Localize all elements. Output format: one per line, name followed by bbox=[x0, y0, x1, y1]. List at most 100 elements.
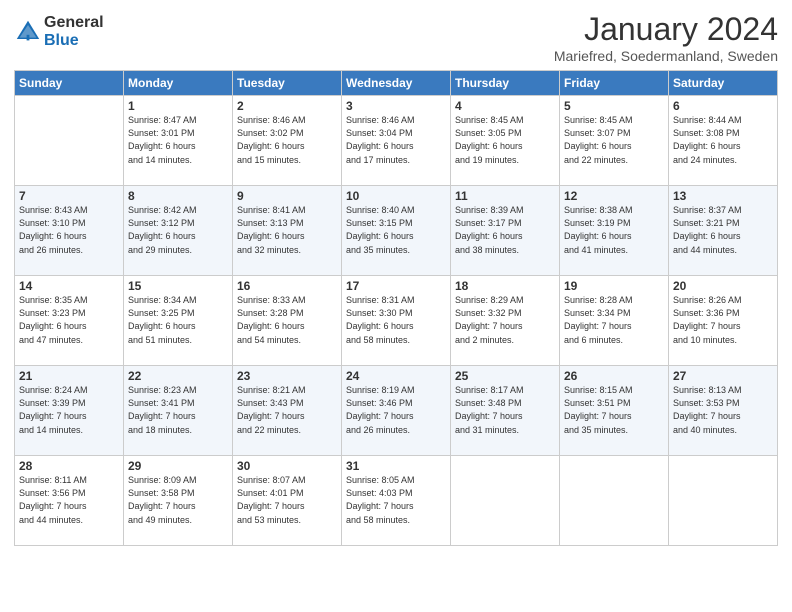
day-info: Sunrise: 8:44 AM Sunset: 3:08 PM Dayligh… bbox=[673, 114, 773, 166]
day-info: Sunrise: 8:31 AM Sunset: 3:30 PM Dayligh… bbox=[346, 294, 446, 346]
calendar-day-cell: 8Sunrise: 8:42 AM Sunset: 3:12 PM Daylig… bbox=[124, 186, 233, 276]
weekday-header: Sunday bbox=[15, 71, 124, 96]
day-info: Sunrise: 8:43 AM Sunset: 3:10 PM Dayligh… bbox=[19, 204, 119, 256]
calendar-week-row: 7Sunrise: 8:43 AM Sunset: 3:10 PM Daylig… bbox=[15, 186, 778, 276]
header-row: SundayMondayTuesdayWednesdayThursdayFrid… bbox=[15, 71, 778, 96]
day-info: Sunrise: 8:05 AM Sunset: 4:03 PM Dayligh… bbox=[346, 474, 446, 526]
calendar-day-cell: 14Sunrise: 8:35 AM Sunset: 3:23 PM Dayli… bbox=[15, 276, 124, 366]
calendar-day-cell: 26Sunrise: 8:15 AM Sunset: 3:51 PM Dayli… bbox=[560, 366, 669, 456]
calendar-day-cell: 21Sunrise: 8:24 AM Sunset: 3:39 PM Dayli… bbox=[15, 366, 124, 456]
calendar-day-cell: 31Sunrise: 8:05 AM Sunset: 4:03 PM Dayli… bbox=[342, 456, 451, 546]
calendar-day-cell: 28Sunrise: 8:11 AM Sunset: 3:56 PM Dayli… bbox=[15, 456, 124, 546]
weekday-header: Tuesday bbox=[233, 71, 342, 96]
day-number: 30 bbox=[237, 459, 337, 473]
calendar-table: SundayMondayTuesdayWednesdayThursdayFrid… bbox=[14, 70, 778, 546]
calendar-day-cell: 30Sunrise: 8:07 AM Sunset: 4:01 PM Dayli… bbox=[233, 456, 342, 546]
calendar-day-cell: 3Sunrise: 8:46 AM Sunset: 3:04 PM Daylig… bbox=[342, 96, 451, 186]
day-info: Sunrise: 8:42 AM Sunset: 3:12 PM Dayligh… bbox=[128, 204, 228, 256]
calendar-day-cell: 29Sunrise: 8:09 AM Sunset: 3:58 PM Dayli… bbox=[124, 456, 233, 546]
day-number: 24 bbox=[346, 369, 446, 383]
day-info: Sunrise: 8:41 AM Sunset: 3:13 PM Dayligh… bbox=[237, 204, 337, 256]
day-number: 31 bbox=[346, 459, 446, 473]
month-title: January 2024 bbox=[554, 10, 778, 48]
calendar-day-cell: 12Sunrise: 8:38 AM Sunset: 3:19 PM Dayli… bbox=[560, 186, 669, 276]
day-number: 23 bbox=[237, 369, 337, 383]
day-number: 9 bbox=[237, 189, 337, 203]
day-number: 1 bbox=[128, 99, 228, 113]
day-info: Sunrise: 8:39 AM Sunset: 3:17 PM Dayligh… bbox=[455, 204, 555, 256]
calendar-week-row: 14Sunrise: 8:35 AM Sunset: 3:23 PM Dayli… bbox=[15, 276, 778, 366]
day-number: 29 bbox=[128, 459, 228, 473]
day-info: Sunrise: 8:37 AM Sunset: 3:21 PM Dayligh… bbox=[673, 204, 773, 256]
location: Mariefred, Soedermanland, Sweden bbox=[554, 48, 778, 64]
calendar-week-row: 28Sunrise: 8:11 AM Sunset: 3:56 PM Dayli… bbox=[15, 456, 778, 546]
day-number: 4 bbox=[455, 99, 555, 113]
weekday-header: Saturday bbox=[669, 71, 778, 96]
day-info: Sunrise: 8:45 AM Sunset: 3:07 PM Dayligh… bbox=[564, 114, 664, 166]
day-number: 16 bbox=[237, 279, 337, 293]
calendar-day-cell: 13Sunrise: 8:37 AM Sunset: 3:21 PM Dayli… bbox=[669, 186, 778, 276]
day-number: 25 bbox=[455, 369, 555, 383]
day-number: 3 bbox=[346, 99, 446, 113]
day-number: 18 bbox=[455, 279, 555, 293]
day-number: 17 bbox=[346, 279, 446, 293]
calendar-day-cell: 25Sunrise: 8:17 AM Sunset: 3:48 PM Dayli… bbox=[451, 366, 560, 456]
day-number: 8 bbox=[128, 189, 228, 203]
weekday-header: Thursday bbox=[451, 71, 560, 96]
calendar-day-cell: 11Sunrise: 8:39 AM Sunset: 3:17 PM Dayli… bbox=[451, 186, 560, 276]
calendar-week-row: 21Sunrise: 8:24 AM Sunset: 3:39 PM Dayli… bbox=[15, 366, 778, 456]
calendar-day-cell: 27Sunrise: 8:13 AM Sunset: 3:53 PM Dayli… bbox=[669, 366, 778, 456]
weekday-header: Friday bbox=[560, 71, 669, 96]
calendar-day-cell: 16Sunrise: 8:33 AM Sunset: 3:28 PM Dayli… bbox=[233, 276, 342, 366]
title-area: January 2024 Mariefred, Soedermanland, S… bbox=[554, 10, 778, 64]
day-number: 10 bbox=[346, 189, 446, 203]
logo-text: General Blue bbox=[44, 14, 104, 49]
calendar-day-cell bbox=[451, 456, 560, 546]
weekday-header: Wednesday bbox=[342, 71, 451, 96]
day-number: 20 bbox=[673, 279, 773, 293]
day-info: Sunrise: 8:26 AM Sunset: 3:36 PM Dayligh… bbox=[673, 294, 773, 346]
calendar-day-cell: 2Sunrise: 8:46 AM Sunset: 3:02 PM Daylig… bbox=[233, 96, 342, 186]
calendar-day-cell: 20Sunrise: 8:26 AM Sunset: 3:36 PM Dayli… bbox=[669, 276, 778, 366]
day-number: 22 bbox=[128, 369, 228, 383]
weekday-header: Monday bbox=[124, 71, 233, 96]
calendar-page: General Blue January 2024 Mariefred, Soe… bbox=[0, 0, 792, 612]
day-info: Sunrise: 8:21 AM Sunset: 3:43 PM Dayligh… bbox=[237, 384, 337, 436]
day-info: Sunrise: 8:38 AM Sunset: 3:19 PM Dayligh… bbox=[564, 204, 664, 256]
day-number: 11 bbox=[455, 189, 555, 203]
calendar-day-cell: 24Sunrise: 8:19 AM Sunset: 3:46 PM Dayli… bbox=[342, 366, 451, 456]
day-info: Sunrise: 8:34 AM Sunset: 3:25 PM Dayligh… bbox=[128, 294, 228, 346]
day-info: Sunrise: 8:13 AM Sunset: 3:53 PM Dayligh… bbox=[673, 384, 773, 436]
calendar-day-cell: 1Sunrise: 8:47 AM Sunset: 3:01 PM Daylig… bbox=[124, 96, 233, 186]
calendar-day-cell: 17Sunrise: 8:31 AM Sunset: 3:30 PM Dayli… bbox=[342, 276, 451, 366]
day-info: Sunrise: 8:46 AM Sunset: 3:04 PM Dayligh… bbox=[346, 114, 446, 166]
calendar-day-cell bbox=[15, 96, 124, 186]
day-number: 15 bbox=[128, 279, 228, 293]
day-number: 7 bbox=[19, 189, 119, 203]
day-info: Sunrise: 8:45 AM Sunset: 3:05 PM Dayligh… bbox=[455, 114, 555, 166]
calendar-day-cell: 18Sunrise: 8:29 AM Sunset: 3:32 PM Dayli… bbox=[451, 276, 560, 366]
day-number: 13 bbox=[673, 189, 773, 203]
logo-icon bbox=[14, 18, 42, 46]
calendar-day-cell: 15Sunrise: 8:34 AM Sunset: 3:25 PM Dayli… bbox=[124, 276, 233, 366]
calendar-week-row: 1Sunrise: 8:47 AM Sunset: 3:01 PM Daylig… bbox=[15, 96, 778, 186]
day-info: Sunrise: 8:09 AM Sunset: 3:58 PM Dayligh… bbox=[128, 474, 228, 526]
day-info: Sunrise: 8:46 AM Sunset: 3:02 PM Dayligh… bbox=[237, 114, 337, 166]
day-info: Sunrise: 8:19 AM Sunset: 3:46 PM Dayligh… bbox=[346, 384, 446, 436]
day-number: 27 bbox=[673, 369, 773, 383]
calendar-day-cell: 19Sunrise: 8:28 AM Sunset: 3:34 PM Dayli… bbox=[560, 276, 669, 366]
calendar-day-cell bbox=[560, 456, 669, 546]
day-info: Sunrise: 8:17 AM Sunset: 3:48 PM Dayligh… bbox=[455, 384, 555, 436]
day-info: Sunrise: 8:24 AM Sunset: 3:39 PM Dayligh… bbox=[19, 384, 119, 436]
calendar-day-cell: 5Sunrise: 8:45 AM Sunset: 3:07 PM Daylig… bbox=[560, 96, 669, 186]
calendar-day-cell: 10Sunrise: 8:40 AM Sunset: 3:15 PM Dayli… bbox=[342, 186, 451, 276]
calendar-day-cell: 22Sunrise: 8:23 AM Sunset: 3:41 PM Dayli… bbox=[124, 366, 233, 456]
day-info: Sunrise: 8:28 AM Sunset: 3:34 PM Dayligh… bbox=[564, 294, 664, 346]
day-info: Sunrise: 8:11 AM Sunset: 3:56 PM Dayligh… bbox=[19, 474, 119, 526]
day-number: 26 bbox=[564, 369, 664, 383]
day-info: Sunrise: 8:33 AM Sunset: 3:28 PM Dayligh… bbox=[237, 294, 337, 346]
day-number: 5 bbox=[564, 99, 664, 113]
calendar-day-cell bbox=[669, 456, 778, 546]
day-number: 28 bbox=[19, 459, 119, 473]
calendar-day-cell: 23Sunrise: 8:21 AM Sunset: 3:43 PM Dayli… bbox=[233, 366, 342, 456]
